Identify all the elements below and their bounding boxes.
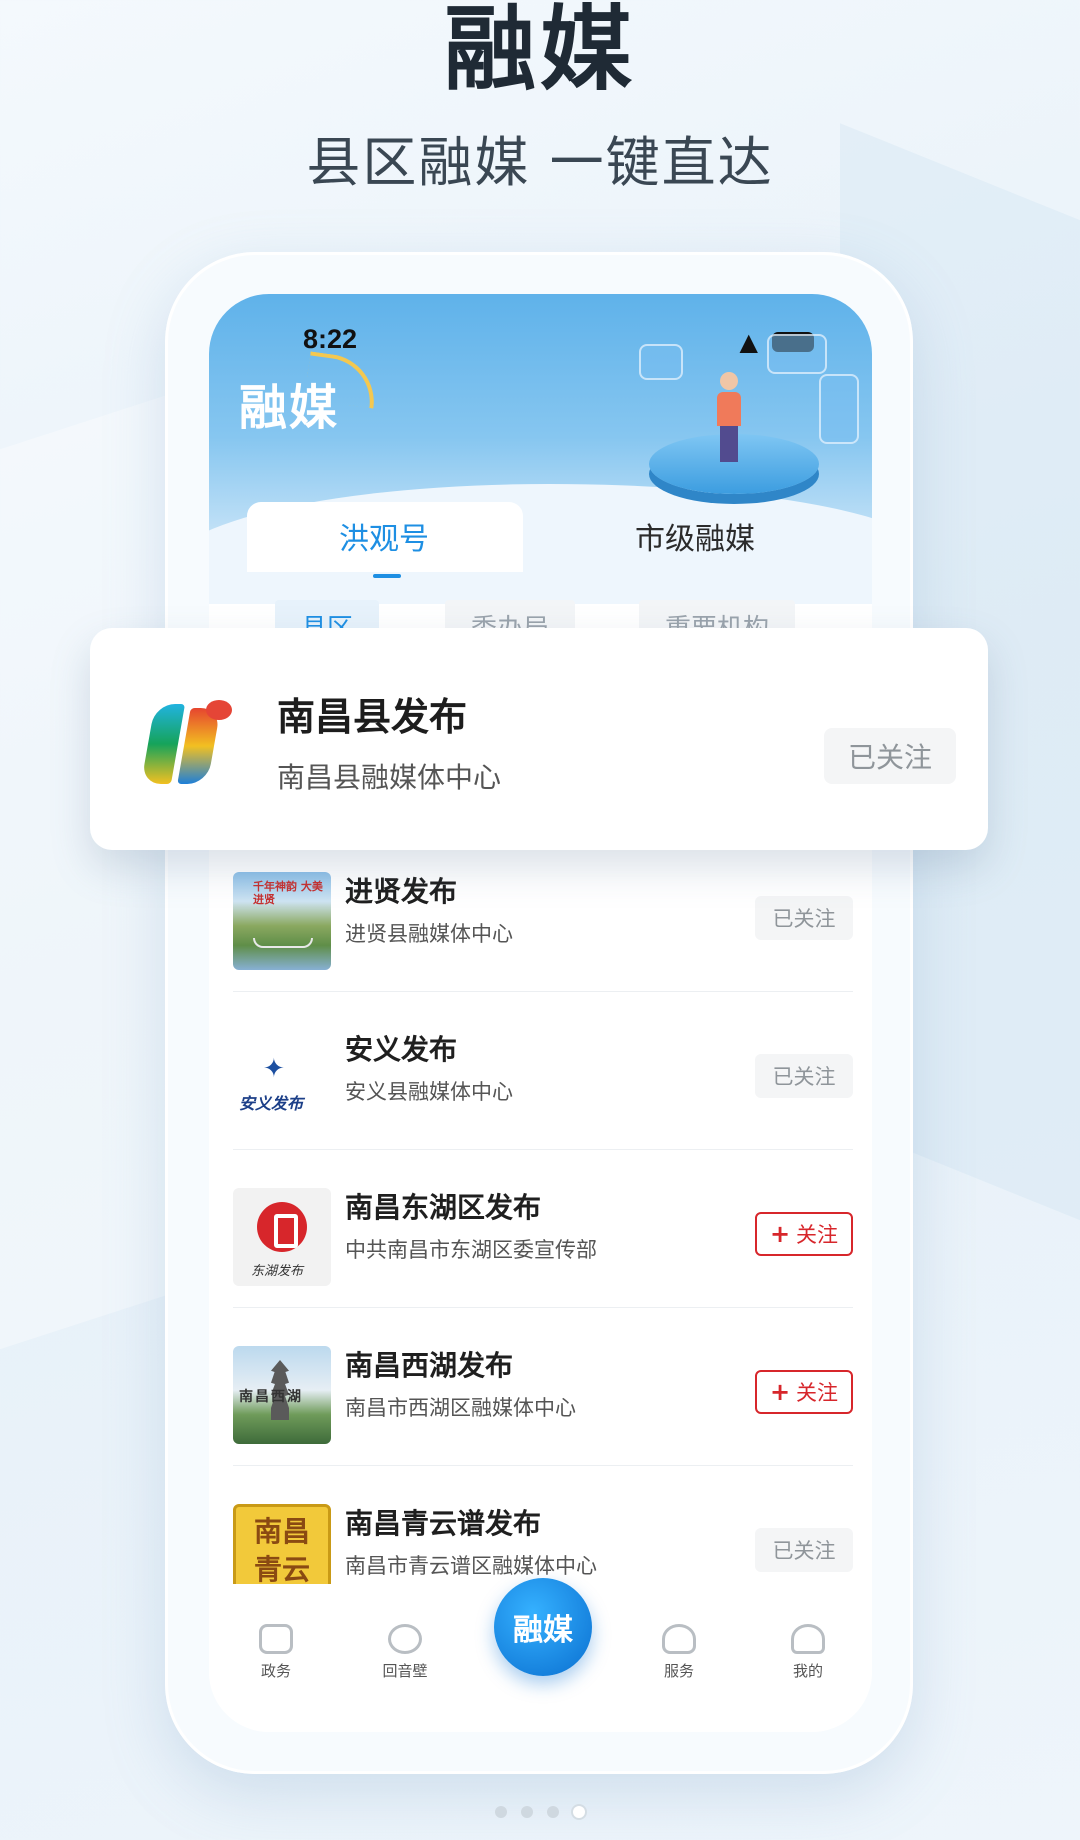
follow-label: 关注 bbox=[796, 1381, 839, 1405]
donghu-mark-icon bbox=[257, 1202, 307, 1252]
list-item-desc: 安义县融媒体中心 bbox=[345, 1080, 513, 1104]
app-logo: 融媒 bbox=[239, 380, 340, 436]
anyi-mark-icon: ✦ bbox=[263, 1054, 285, 1084]
list-item-desc: 中共南昌市东湖区委宣传部 bbox=[345, 1238, 597, 1262]
user-icon bbox=[791, 1624, 825, 1654]
top-tabs: 洪观号 市级融媒 bbox=[209, 502, 872, 578]
planet-icon bbox=[388, 1624, 422, 1654]
tab-government[interactable]: 政务 bbox=[231, 1624, 321, 1681]
nanchang-county-logo bbox=[140, 698, 250, 788]
tab-underline bbox=[373, 574, 401, 578]
thumb-text: 安义发布 bbox=[239, 1094, 304, 1113]
illustration-card bbox=[819, 374, 859, 444]
anyi-logo: ✦ 安义发布 bbox=[233, 1030, 331, 1128]
bottom-tab-bar: 政务 回音壁 融媒 服务 我的 bbox=[209, 1578, 872, 1732]
government-icon bbox=[259, 1624, 293, 1654]
phone-screen: 8:22 ▲ 融媒 洪观号 市级融媒 县区 委办局 重要机构 千年神韵 大美进贤… bbox=[209, 294, 872, 1732]
followed-button[interactable]: 已关注 bbox=[755, 1528, 853, 1572]
followed-button[interactable]: 已关注 bbox=[755, 896, 853, 940]
featured-followed-button[interactable]: 已关注 bbox=[824, 728, 956, 784]
follow-label: 关注 bbox=[796, 1223, 839, 1247]
thumb-text: 千年神韵 大美进贤 bbox=[253, 880, 323, 906]
logo-flame bbox=[206, 700, 232, 720]
status-time: 8:22 bbox=[303, 324, 358, 354]
tabbar-label: 政务 bbox=[260, 1662, 291, 1680]
heart-icon bbox=[662, 1624, 696, 1654]
page-dot[interactable] bbox=[547, 1806, 559, 1818]
jinxian-thumbnail: 千年神韵 大美进贤 bbox=[233, 872, 331, 970]
list-item[interactable]: 南昌西湖 南昌西湖发布 南昌市西湖区融媒体中心 + 关注 bbox=[233, 1308, 853, 1466]
banner-illustration bbox=[639, 314, 869, 514]
follow-button[interactable]: + 关注 bbox=[755, 1370, 853, 1414]
person-illustration bbox=[717, 372, 741, 462]
featured-account-card[interactable]: 南昌县发布 南昌县融媒体中心 已关注 bbox=[90, 628, 988, 850]
page-dot[interactable] bbox=[495, 1806, 507, 1818]
tab-echo-wall[interactable]: 回音壁 bbox=[360, 1624, 450, 1681]
list-item[interactable]: ✦ 安义发布 安义发布 安义县融媒体中心 已关注 bbox=[233, 992, 853, 1150]
list-item[interactable]: 千年神韵 大美进贤 进贤发布 进贤县融媒体中心 已关注 bbox=[233, 834, 853, 992]
donghu-logo: 东湖发布 bbox=[233, 1188, 331, 1286]
plus-icon: + bbox=[769, 1220, 791, 1248]
featured-name: 南昌县发布 bbox=[277, 695, 468, 739]
bridge-shape bbox=[253, 938, 313, 948]
list-item-name: 进贤发布 bbox=[345, 875, 458, 908]
illustration-card bbox=[639, 344, 683, 380]
tabbar-label: 回音壁 bbox=[382, 1662, 428, 1680]
list-item-desc: 进贤县融媒体中心 bbox=[345, 922, 513, 946]
list-item[interactable]: 东湖发布 南昌东湖区发布 中共南昌市东湖区委宣传部 + 关注 bbox=[233, 1150, 853, 1308]
featured-desc: 南昌县融媒体中心 bbox=[277, 761, 502, 794]
tab-city-media[interactable]: 市级融媒 bbox=[635, 514, 755, 558]
page-dot[interactable] bbox=[521, 1806, 533, 1818]
followed-button[interactable]: 已关注 bbox=[755, 1054, 853, 1098]
promo-subtitle: 县区融媒 一键直达 bbox=[306, 131, 774, 194]
account-list: 千年神韵 大美进贤 进贤发布 进贤县融媒体中心 已关注 ✦ 安义发布 安义发布 … bbox=[233, 834, 853, 1624]
illustration-card bbox=[767, 334, 827, 374]
list-item-name: 南昌青云谱发布 bbox=[345, 1507, 542, 1540]
tab-honguan[interactable]: 洪观号 bbox=[339, 514, 429, 558]
xihu-thumbnail: 南昌西湖 bbox=[233, 1346, 331, 1444]
page-indicator bbox=[0, 1806, 1080, 1818]
plus-icon: + bbox=[769, 1378, 791, 1406]
list-item-name: 安义发布 bbox=[345, 1033, 458, 1066]
page-dot-active[interactable] bbox=[573, 1806, 585, 1818]
tabbar-label: 服务 bbox=[663, 1662, 694, 1680]
list-item-name: 南昌西湖发布 bbox=[345, 1349, 514, 1382]
list-item-desc: 南昌市青云谱区融媒体中心 bbox=[345, 1554, 597, 1578]
list-item-desc: 南昌市西湖区融媒体中心 bbox=[345, 1396, 576, 1420]
center-media-button[interactable]: 融媒 bbox=[494, 1578, 592, 1676]
tab-mine[interactable]: 我的 bbox=[763, 1624, 853, 1681]
tab-service[interactable]: 服务 bbox=[634, 1624, 724, 1681]
tabbar-label: 我的 bbox=[792, 1662, 823, 1680]
follow-button[interactable]: + 关注 bbox=[755, 1212, 853, 1256]
thumb-text: 东湖发布 bbox=[251, 1264, 304, 1279]
promo-title: 融媒 bbox=[443, 0, 636, 103]
thumb-text: 南昌西湖 bbox=[239, 1389, 303, 1405]
list-item-name: 南昌东湖区发布 bbox=[345, 1191, 542, 1224]
